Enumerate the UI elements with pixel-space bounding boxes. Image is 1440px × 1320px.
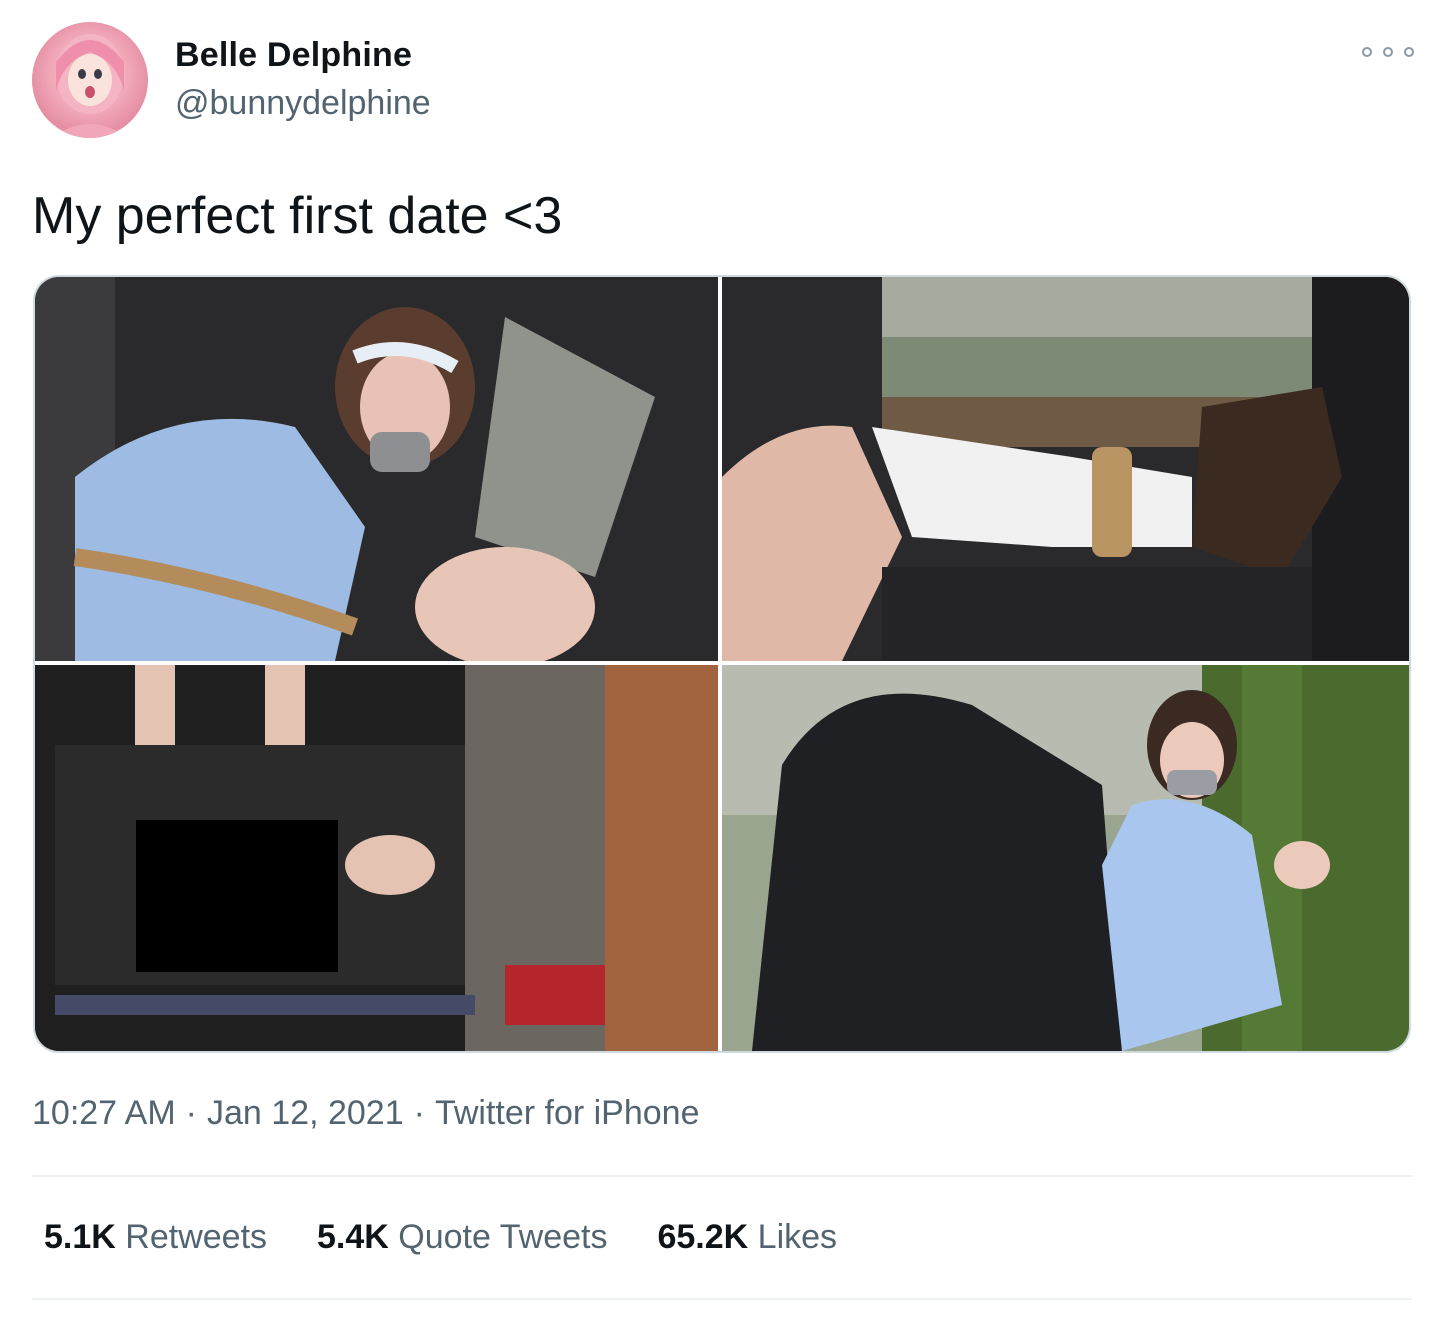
profile-avatar[interactable]	[32, 22, 148, 138]
more-options-icon[interactable]	[1362, 34, 1414, 70]
author-handle[interactable]: @bunnydelphine	[175, 84, 431, 123]
tweet-metadata: 10:27 AM · Jan 12, 2021 · Twitter for iPhone	[32, 1094, 700, 1133]
meta-separator: ·	[185, 1094, 197, 1132]
likes-stat[interactable]: 65.2K Likes	[657, 1218, 837, 1257]
censor-box	[136, 820, 338, 972]
photo-2[interactable]	[722, 277, 1409, 661]
avatar-image	[52, 34, 128, 138]
author-display-name[interactable]: Belle Delphine	[175, 36, 412, 75]
photo-3-image	[35, 665, 718, 1051]
likes-count: 65.2K	[657, 1218, 749, 1256]
more-dot	[1404, 47, 1414, 57]
quote-tweets-stat[interactable]: 5.4K Quote Tweets	[317, 1218, 607, 1257]
photo-1-image	[35, 277, 718, 661]
tweet-time[interactable]: 10:27 AM	[32, 1094, 176, 1132]
meta-separator: ·	[413, 1094, 425, 1132]
photo-1[interactable]	[35, 277, 718, 661]
tweet-text: My perfect first date <3	[32, 187, 563, 245]
retweets-count: 5.1K	[44, 1218, 116, 1256]
engagement-stats: 5.1K Retweets 5.4K Quote Tweets 65.2K Li…	[44, 1218, 887, 1257]
tweet-source-link[interactable]: Twitter for iPhone	[435, 1094, 700, 1132]
photo-4[interactable]	[722, 665, 1409, 1051]
retweets-stat[interactable]: 5.1K Retweets	[44, 1218, 267, 1257]
more-dot	[1383, 47, 1393, 57]
retweets-label: Retweets	[125, 1218, 268, 1256]
divider	[32, 1298, 1412, 1300]
photo-3[interactable]	[35, 665, 718, 1051]
quote-tweets-label: Quote Tweets	[398, 1218, 608, 1256]
quote-tweets-count: 5.4K	[317, 1218, 389, 1256]
divider	[32, 1175, 1412, 1177]
photo-2-image	[722, 277, 1409, 661]
more-dot	[1362, 47, 1372, 57]
likes-label: Likes	[757, 1218, 838, 1256]
photo-4-image	[722, 665, 1409, 1051]
media-grid	[33, 275, 1411, 1053]
tweet-date[interactable]: Jan 12, 2021	[207, 1094, 404, 1132]
